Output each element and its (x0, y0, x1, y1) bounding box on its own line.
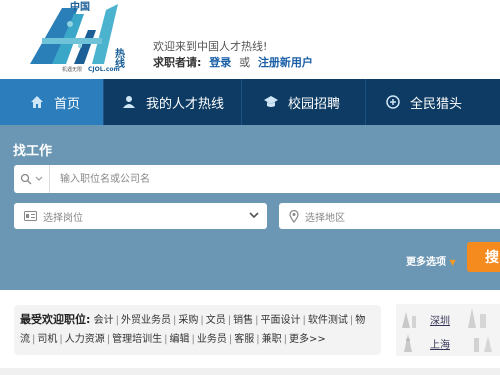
map-pin-icon (289, 209, 299, 223)
popular-job-link[interactable]: 司机 (37, 334, 57, 345)
graduation-cap-icon (262, 93, 280, 111)
seeker-label: 求职者请: (153, 56, 202, 69)
job-select-placeholder: 选择岗位 (43, 212, 83, 224)
popular-job-link[interactable]: 客服 (234, 334, 254, 345)
area-select-placeholder: 选择地区 (305, 212, 345, 224)
logo-url: CJOL.com (88, 66, 120, 73)
main-nav: 首页 我的人才热线 校园招聘 全民猎头 (0, 79, 500, 125)
nav-label-my-cjol: 我的人才热线 (146, 96, 225, 112)
popular-job-link[interactable]: 外贸业务员 (121, 315, 171, 326)
city-shortcuts: 深圳 上海 (396, 304, 500, 356)
nav-item-headhunter[interactable]: 全民猎头 (366, 79, 500, 125)
header: 中国 热线 机遇无限 CJOL.com 欢迎来到中国人才热线! 求职者请: 登录… (0, 0, 500, 78)
triangle-down-icon: ▼ (449, 258, 456, 267)
keyword-input[interactable] (50, 166, 500, 192)
city-link-shenzhen[interactable]: 深圳 (430, 312, 450, 327)
area-select[interactable]: 选择地区 (279, 203, 500, 229)
home-icon (28, 93, 46, 111)
popular-job-link[interactable]: 管理培训生 (112, 334, 162, 345)
seeker-line: 求职者请: 登录 或 注册新用户 (153, 54, 317, 70)
popular-job-link[interactable]: 编辑 (170, 334, 190, 345)
logo-text-top: 中国 (70, 0, 90, 13)
more-options-link[interactable]: 更多选项 ▼ (406, 253, 456, 268)
search-title: 找工作 (13, 144, 53, 159)
plus-circle-icon (384, 93, 402, 111)
nav-label-headhunter: 全民猎头 (410, 96, 463, 112)
logo-graphic: 中国 热线 机遇无限 CJOL.com (30, 0, 125, 73)
cjol-logo[interactable]: 中国 热线 机遇无限 CJOL.com (22, 0, 132, 76)
popular-job-link[interactable]: 采购 (178, 315, 198, 326)
nav-label-campus: 校园招聘 (288, 96, 341, 112)
popular-job-link[interactable]: 会计 (94, 315, 114, 326)
nav-item-my-cjol[interactable]: 我的人才热线 (104, 79, 242, 125)
id-card-icon (24, 211, 37, 221)
search-icon (20, 173, 32, 185)
popular-job-link[interactable]: 平面设计 (260, 315, 300, 326)
nav-label-home: 首页 (54, 96, 81, 112)
section-divider (0, 368, 500, 375)
job-search-panel: 找工作 选择岗位 选择地区 更多选项 ▼ 搜 (0, 125, 500, 290)
search-button[interactable]: 搜 (467, 242, 500, 272)
popular-jobs: 最受欢迎职位: 会计 | 外贸业务员 | 采购 | 文员 | 销售 | 平面设计 | 软件测试 | 物流 | 司… (14, 305, 381, 355)
popular-job-link[interactable]: 软件测试 (308, 315, 348, 326)
popular-job-link[interactable]: 文员 (206, 315, 226, 326)
popular-job-link[interactable]: 人力资源 (65, 334, 105, 345)
chevron-down-icon (249, 212, 259, 219)
keyword-search-box (14, 165, 500, 193)
popular-job-link[interactable]: 兼职 (262, 334, 282, 345)
user-icon (120, 93, 138, 111)
popular-more-link[interactable]: 更多>> (289, 334, 326, 345)
login-link[interactable]: 登录 (209, 56, 231, 69)
popular-job-link[interactable]: 业务员 (197, 334, 227, 345)
search-type-dropdown[interactable] (14, 165, 50, 193)
logo-slogan: 机遇无限 (62, 66, 82, 73)
welcome-text: 欢迎来到中国人才热线! (153, 40, 268, 53)
or-text: 或 (239, 56, 251, 69)
chevron-down-icon (35, 176, 43, 181)
nav-item-campus[interactable]: 校园招聘 (242, 79, 366, 125)
more-options-label: 更多选项 (406, 257, 446, 268)
popular-jobs-label: 最受欢迎职位: (20, 313, 91, 326)
nav-item-home[interactable]: 首页 (0, 79, 104, 125)
job-category-select[interactable]: 选择岗位 (14, 203, 267, 229)
register-link[interactable]: 注册新用户 (258, 56, 313, 69)
city-link-shanghai[interactable]: 上海 (430, 336, 450, 351)
popular-job-link[interactable]: 销售 (233, 315, 253, 326)
